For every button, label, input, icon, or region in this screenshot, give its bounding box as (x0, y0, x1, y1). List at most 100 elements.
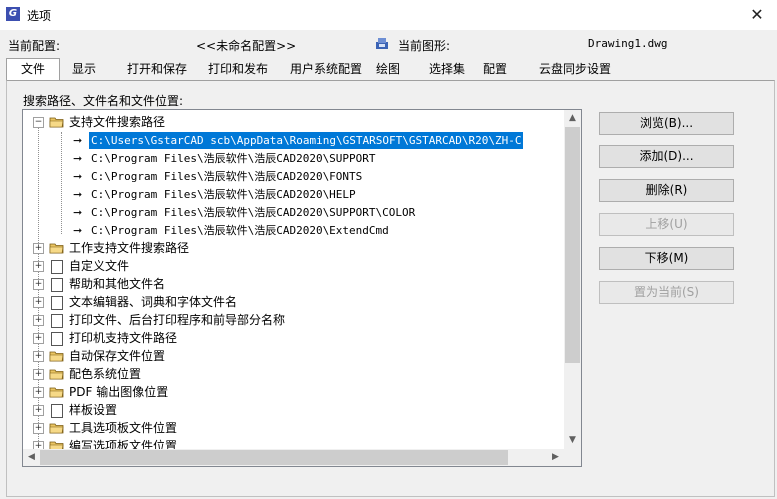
move-up-button[interactable]: 上移(U) (599, 213, 734, 236)
drawing-icon (376, 38, 388, 49)
tree-node-authoring-palettes[interactable]: + 编写选项板文件位置 (23, 438, 563, 449)
expand-toggle[interactable]: + (33, 279, 44, 290)
folder-icon (49, 369, 64, 380)
tree-path-label: C:\Program Files\浩辰软件\浩辰CAD2020\FONTS (91, 170, 363, 183)
document-icon (51, 332, 63, 346)
folder-icon (49, 423, 64, 434)
tree-node-label: 工作支持文件搜索路径 (69, 241, 190, 255)
current-config-label: 当前配置: (8, 39, 61, 53)
tree-path-label: C:\Program Files\浩辰软件\浩辰CAD2020\SUPPORT\… (91, 206, 416, 219)
tab-open-save[interactable]: 打开和保存 (118, 60, 196, 79)
tab-profiles[interactable]: 配置 (476, 60, 514, 79)
expand-toggle[interactable]: + (33, 261, 44, 272)
tree-path-item[interactable]: ➞ C:\Program Files\浩辰软件\浩辰CAD2020\Extend… (23, 222, 563, 239)
tree-node-label: PDF 输出图像位置 (69, 385, 169, 399)
current-config-value: <<未命名配置>> (196, 39, 297, 53)
tab-user-preferences[interactable]: 用户系统配置 (279, 60, 373, 79)
tree-node-label: 打印机支持文件路径 (69, 331, 178, 345)
tree-path-label: C:\Program Files\浩辰软件\浩辰CAD2020\SUPPORT (91, 152, 376, 165)
folder-icon (49, 117, 64, 128)
close-button[interactable]: ✕ (737, 0, 777, 30)
tree-node-plot-files[interactable]: + 打印文件、后台打印程序和前导部分名称 (23, 312, 563, 329)
scroll-right-arrow-icon[interactable]: ▶ (547, 449, 564, 466)
current-drawing-value: Drawing1.dwg (588, 37, 668, 50)
path-arrow-icon: ➞ (73, 170, 83, 183)
expand-toggle[interactable]: + (33, 315, 44, 326)
title-bar: G 选项 ✕ (0, 0, 777, 30)
path-arrow-icon: ➞ (73, 134, 83, 147)
tree-path-item[interactable]: ➞ C:\Program Files\浩辰软件\浩辰CAD2020\FONTS (23, 168, 563, 185)
expand-toggle[interactable]: + (33, 351, 44, 362)
move-down-button[interactable]: 下移(M) (599, 247, 734, 270)
tree-node-tool-palettes[interactable]: + 工具选项板文件位置 (23, 420, 563, 437)
expand-toggle[interactable]: + (33, 441, 44, 449)
tree-node-pdf-images[interactable]: + PDF 输出图像位置 (23, 384, 563, 401)
tree-node-label: 打印文件、后台打印程序和前导部分名称 (69, 313, 286, 327)
tree-path-label: C:\Users\GstarCAD scb\AppData\Roaming\GS… (89, 132, 524, 149)
scrollbar-corner (564, 449, 581, 466)
tree-node-label: 自定义文件 (69, 259, 130, 273)
tree-viewport: − 支持文件搜索路径 ➞ C:\Users\GstarCAD scb\AppDa… (23, 110, 564, 449)
tab-plot-publish[interactable]: 打印和发布 (198, 60, 278, 79)
expand-toggle[interactable]: + (33, 405, 44, 416)
tree-path-item[interactable]: ➞ C:\Users\GstarCAD scb\AppData\Roaming\… (23, 132, 563, 149)
path-arrow-icon: ➞ (73, 152, 83, 165)
path-arrow-icon: ➞ (73, 188, 83, 201)
tree-path-item[interactable]: ➞ C:\Program Files\浩辰软件\浩辰CAD2020\SUPPOR… (23, 150, 563, 167)
add-button[interactable]: 添加(D)... (599, 145, 734, 168)
expand-toggle[interactable]: + (33, 423, 44, 434)
expand-toggle[interactable]: + (33, 297, 44, 308)
tree-node-label: 样板设置 (69, 403, 118, 417)
document-icon (51, 314, 63, 328)
file-location-tree[interactable]: − 支持文件搜索路径 ➞ C:\Users\GstarCAD scb\AppDa… (22, 109, 582, 467)
vertical-scrollbar[interactable]: ▲ ▼ (564, 110, 581, 449)
expand-toggle[interactable]: + (33, 333, 44, 344)
horizontal-scroll-thumb[interactable] (40, 450, 508, 465)
vertical-scroll-thumb[interactable] (565, 127, 580, 363)
tree-node-help-files[interactable]: + 帮助和其他文件名 (23, 276, 563, 293)
tree-path-label: C:\Program Files\浩辰软件\浩辰CAD2020\HELP (91, 188, 356, 201)
scroll-up-arrow-icon[interactable]: ▲ (564, 110, 581, 127)
tree-node-label: 帮助和其他文件名 (69, 277, 166, 291)
expand-toggle[interactable]: + (33, 387, 44, 398)
document-icon (51, 296, 63, 310)
current-drawing-label: 当前图形: (398, 39, 451, 53)
scroll-left-arrow-icon[interactable]: ◀ (23, 449, 40, 466)
folder-icon (49, 351, 64, 362)
folder-icon (49, 243, 64, 254)
tree-node-label: 文本编辑器、词典和字体文件名 (69, 295, 238, 309)
app-logo-icon: G (6, 7, 20, 21)
collapse-toggle[interactable]: − (33, 117, 44, 128)
tree-node-working-support-path[interactable]: + 工作支持文件搜索路径 (23, 240, 563, 257)
tree-node-label: 工具选项板文件位置 (69, 421, 178, 435)
document-icon (51, 260, 63, 274)
tab-drafting[interactable]: 绘图 (368, 60, 408, 79)
tab-display[interactable]: 显示 (64, 60, 104, 79)
tree-path-label: C:\Program Files\浩辰软件\浩辰CAD2020\ExtendCm… (91, 224, 389, 237)
tree-node-printer-support[interactable]: + 打印机支持文件路径 (23, 330, 563, 347)
tree-node-template-settings[interactable]: + 样板设置 (23, 402, 563, 419)
tab-cloud-sync[interactable]: 云盘同步设置 (530, 60, 620, 79)
tree-node-label: 支持文件搜索路径 (69, 115, 166, 129)
tree-node-support-path[interactable]: − 支持文件搜索路径 (23, 114, 563, 131)
tree-node-text-editor-files[interactable]: + 文本编辑器、词典和字体文件名 (23, 294, 563, 311)
tree-node-autosave[interactable]: + 自动保存文件位置 (23, 348, 563, 365)
tab-files[interactable]: 文件 (6, 58, 60, 81)
tree-node-label: 自动保存文件位置 (69, 349, 166, 363)
set-current-button[interactable]: 置为当前(S) (599, 281, 734, 304)
tab-selection[interactable]: 选择集 (420, 60, 474, 79)
expand-toggle[interactable]: + (33, 369, 44, 380)
path-arrow-icon: ➞ (73, 206, 83, 219)
tree-node-customization-files[interactable]: + 自定义文件 (23, 258, 563, 275)
horizontal-scrollbar[interactable]: ◀ ▶ (23, 449, 564, 466)
expand-toggle[interactable]: + (33, 243, 44, 254)
tree-path-item[interactable]: ➞ C:\Program Files\浩辰软件\浩辰CAD2020\HELP (23, 186, 563, 203)
tree-node-label: 配色系统位置 (69, 367, 142, 381)
tree-path-item[interactable]: ➞ C:\Program Files\浩辰软件\浩辰CAD2020\SUPPOR… (23, 204, 563, 221)
scroll-down-arrow-icon[interactable]: ▼ (564, 432, 581, 449)
tree-node-color-books[interactable]: + 配色系统位置 (23, 366, 563, 383)
browse-button[interactable]: 浏览(B)... (599, 112, 734, 135)
section-label: 搜索路径、文件名和文件位置: (23, 94, 184, 108)
remove-button[interactable]: 删除(R) (599, 179, 734, 202)
document-icon (51, 404, 63, 418)
